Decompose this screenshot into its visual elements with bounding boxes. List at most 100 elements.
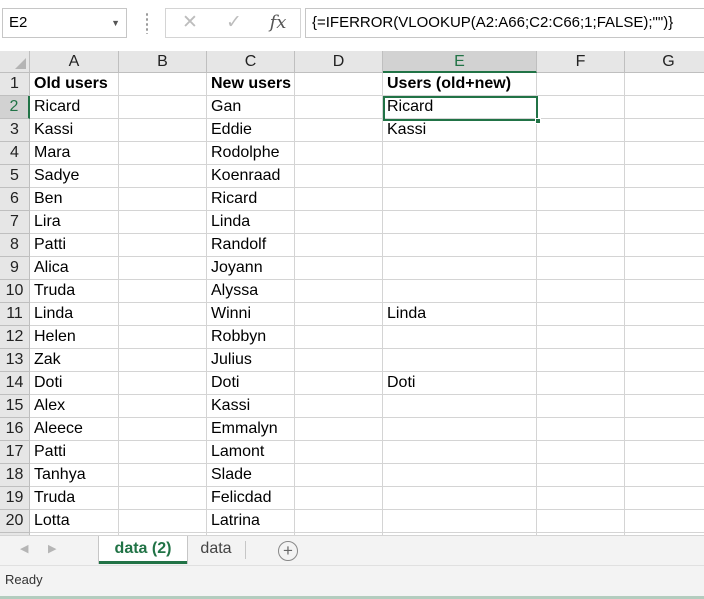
cell-f7[interactable] <box>537 211 625 234</box>
cell-b16[interactable] <box>119 418 207 441</box>
cell-g7[interactable] <box>625 211 704 234</box>
row-header[interactable]: 17 <box>0 441 30 464</box>
cell-c18[interactable]: Slade <box>207 464 295 487</box>
cell-f12[interactable] <box>537 326 625 349</box>
cell-c8[interactable]: Randolf <box>207 234 295 257</box>
cell-e6[interactable] <box>383 188 537 211</box>
row-header[interactable]: 7 <box>0 211 30 234</box>
cell-g17[interactable] <box>625 441 704 464</box>
formula-input[interactable]: {=IFERROR(VLOOKUP(A2:A66;C2:C66;1;FALSE)… <box>305 8 704 38</box>
cell-e16[interactable] <box>383 418 537 441</box>
cell-f19[interactable] <box>537 487 625 510</box>
cell-b1[interactable] <box>119 73 207 96</box>
cell-g20[interactable] <box>625 510 704 533</box>
cell-a12[interactable]: Helen <box>30 326 119 349</box>
row-header[interactable]: 12 <box>0 326 30 349</box>
row-header[interactable]: 8 <box>0 234 30 257</box>
cell-d10[interactable] <box>295 280 383 303</box>
cell-g14[interactable] <box>625 372 704 395</box>
column-header-f[interactable]: F <box>537 51 625 73</box>
cell-c16[interactable]: Emmalyn <box>207 418 295 441</box>
cell-b20[interactable] <box>119 510 207 533</box>
cell-f3[interactable] <box>537 119 625 142</box>
cell-g15[interactable] <box>625 395 704 418</box>
cell-g12[interactable] <box>625 326 704 349</box>
cell-a16[interactable]: Aleece <box>30 418 119 441</box>
cell-e5[interactable] <box>383 165 537 188</box>
cell-g3[interactable] <box>625 119 704 142</box>
row-header[interactable]: 2 <box>0 96 30 119</box>
cell-c20[interactable]: Latrina <box>207 510 295 533</box>
cell-g11[interactable] <box>625 303 704 326</box>
cell-b11[interactable] <box>119 303 207 326</box>
cell-g13[interactable] <box>625 349 704 372</box>
row-header[interactable]: 16 <box>0 418 30 441</box>
cell-f9[interactable] <box>537 257 625 280</box>
cell-c6[interactable]: Ricard <box>207 188 295 211</box>
cell-b9[interactable] <box>119 257 207 280</box>
cell-g10[interactable] <box>625 280 704 303</box>
column-header-a[interactable]: A <box>30 51 119 73</box>
cell-b18[interactable] <box>119 464 207 487</box>
row-header[interactable]: 1 <box>0 73 30 96</box>
cell-g4[interactable] <box>625 142 704 165</box>
row-header[interactable]: 15 <box>0 395 30 418</box>
column-header-e[interactable]: E <box>383 51 537 73</box>
scroll-tabs-right-icon[interactable]: ▶ <box>48 542 56 555</box>
cell-f5[interactable] <box>537 165 625 188</box>
column-header-b[interactable]: B <box>119 51 207 73</box>
cell-f20[interactable] <box>537 510 625 533</box>
cell-b12[interactable] <box>119 326 207 349</box>
cell-d19[interactable] <box>295 487 383 510</box>
cell-e18[interactable] <box>383 464 537 487</box>
cell-a9[interactable]: Alica <box>30 257 119 280</box>
cell-f10[interactable] <box>537 280 625 303</box>
cell-b6[interactable] <box>119 188 207 211</box>
cell-e12[interactable] <box>383 326 537 349</box>
cell-d4[interactable] <box>295 142 383 165</box>
row-header[interactable]: 4 <box>0 142 30 165</box>
cell-f4[interactable] <box>537 142 625 165</box>
cell-b8[interactable] <box>119 234 207 257</box>
cell-d9[interactable] <box>295 257 383 280</box>
cell-b13[interactable] <box>119 349 207 372</box>
chevron-down-icon[interactable]: ▼ <box>111 9 120 37</box>
cell-a10[interactable]: Truda <box>30 280 119 303</box>
cell-a8[interactable]: Patti <box>30 234 119 257</box>
cell-b5[interactable] <box>119 165 207 188</box>
cell-f1[interactable] <box>537 73 625 96</box>
cell-a4[interactable]: Mara <box>30 142 119 165</box>
cell-d16[interactable] <box>295 418 383 441</box>
cell-d11[interactable] <box>295 303 383 326</box>
cell-d15[interactable] <box>295 395 383 418</box>
cell-a6[interactable]: Ben <box>30 188 119 211</box>
cell-d2[interactable] <box>295 96 383 119</box>
cell-f2[interactable] <box>537 96 625 119</box>
cell-a11[interactable]: Linda <box>30 303 119 326</box>
cell-c7[interactable]: Linda <box>207 211 295 234</box>
row-header[interactable]: 11 <box>0 303 30 326</box>
cell-e2[interactable]: Ricard <box>383 96 537 119</box>
name-box[interactable]: E2 ▼ <box>2 8 127 38</box>
cell-c1[interactable]: New users <box>207 73 295 96</box>
cell-a7[interactable]: Lira <box>30 211 119 234</box>
spreadsheet-grid[interactable]: A B C D E F G 1 Old users New users Users (old+new… <box>0 51 704 535</box>
column-header-g[interactable]: G <box>625 51 704 73</box>
cell-f11[interactable] <box>537 303 625 326</box>
cell-d13[interactable] <box>295 349 383 372</box>
add-sheet-icon[interactable]: + <box>278 541 298 561</box>
cell-d17[interactable] <box>295 441 383 464</box>
column-header-d[interactable]: D <box>295 51 383 73</box>
cell-b7[interactable] <box>119 211 207 234</box>
cell-c3[interactable]: Eddie <box>207 119 295 142</box>
cell-e10[interactable] <box>383 280 537 303</box>
cell-g5[interactable] <box>625 165 704 188</box>
cell-e11[interactable]: Linda <box>383 303 537 326</box>
cell-c12[interactable]: Robbyn <box>207 326 295 349</box>
cell-e17[interactable] <box>383 441 537 464</box>
cell-b19[interactable] <box>119 487 207 510</box>
scroll-tabs-left-icon[interactable]: ◀ <box>20 542 28 555</box>
cell-d20[interactable] <box>295 510 383 533</box>
cell-a19[interactable]: Truda <box>30 487 119 510</box>
row-header[interactable]: 10 <box>0 280 30 303</box>
